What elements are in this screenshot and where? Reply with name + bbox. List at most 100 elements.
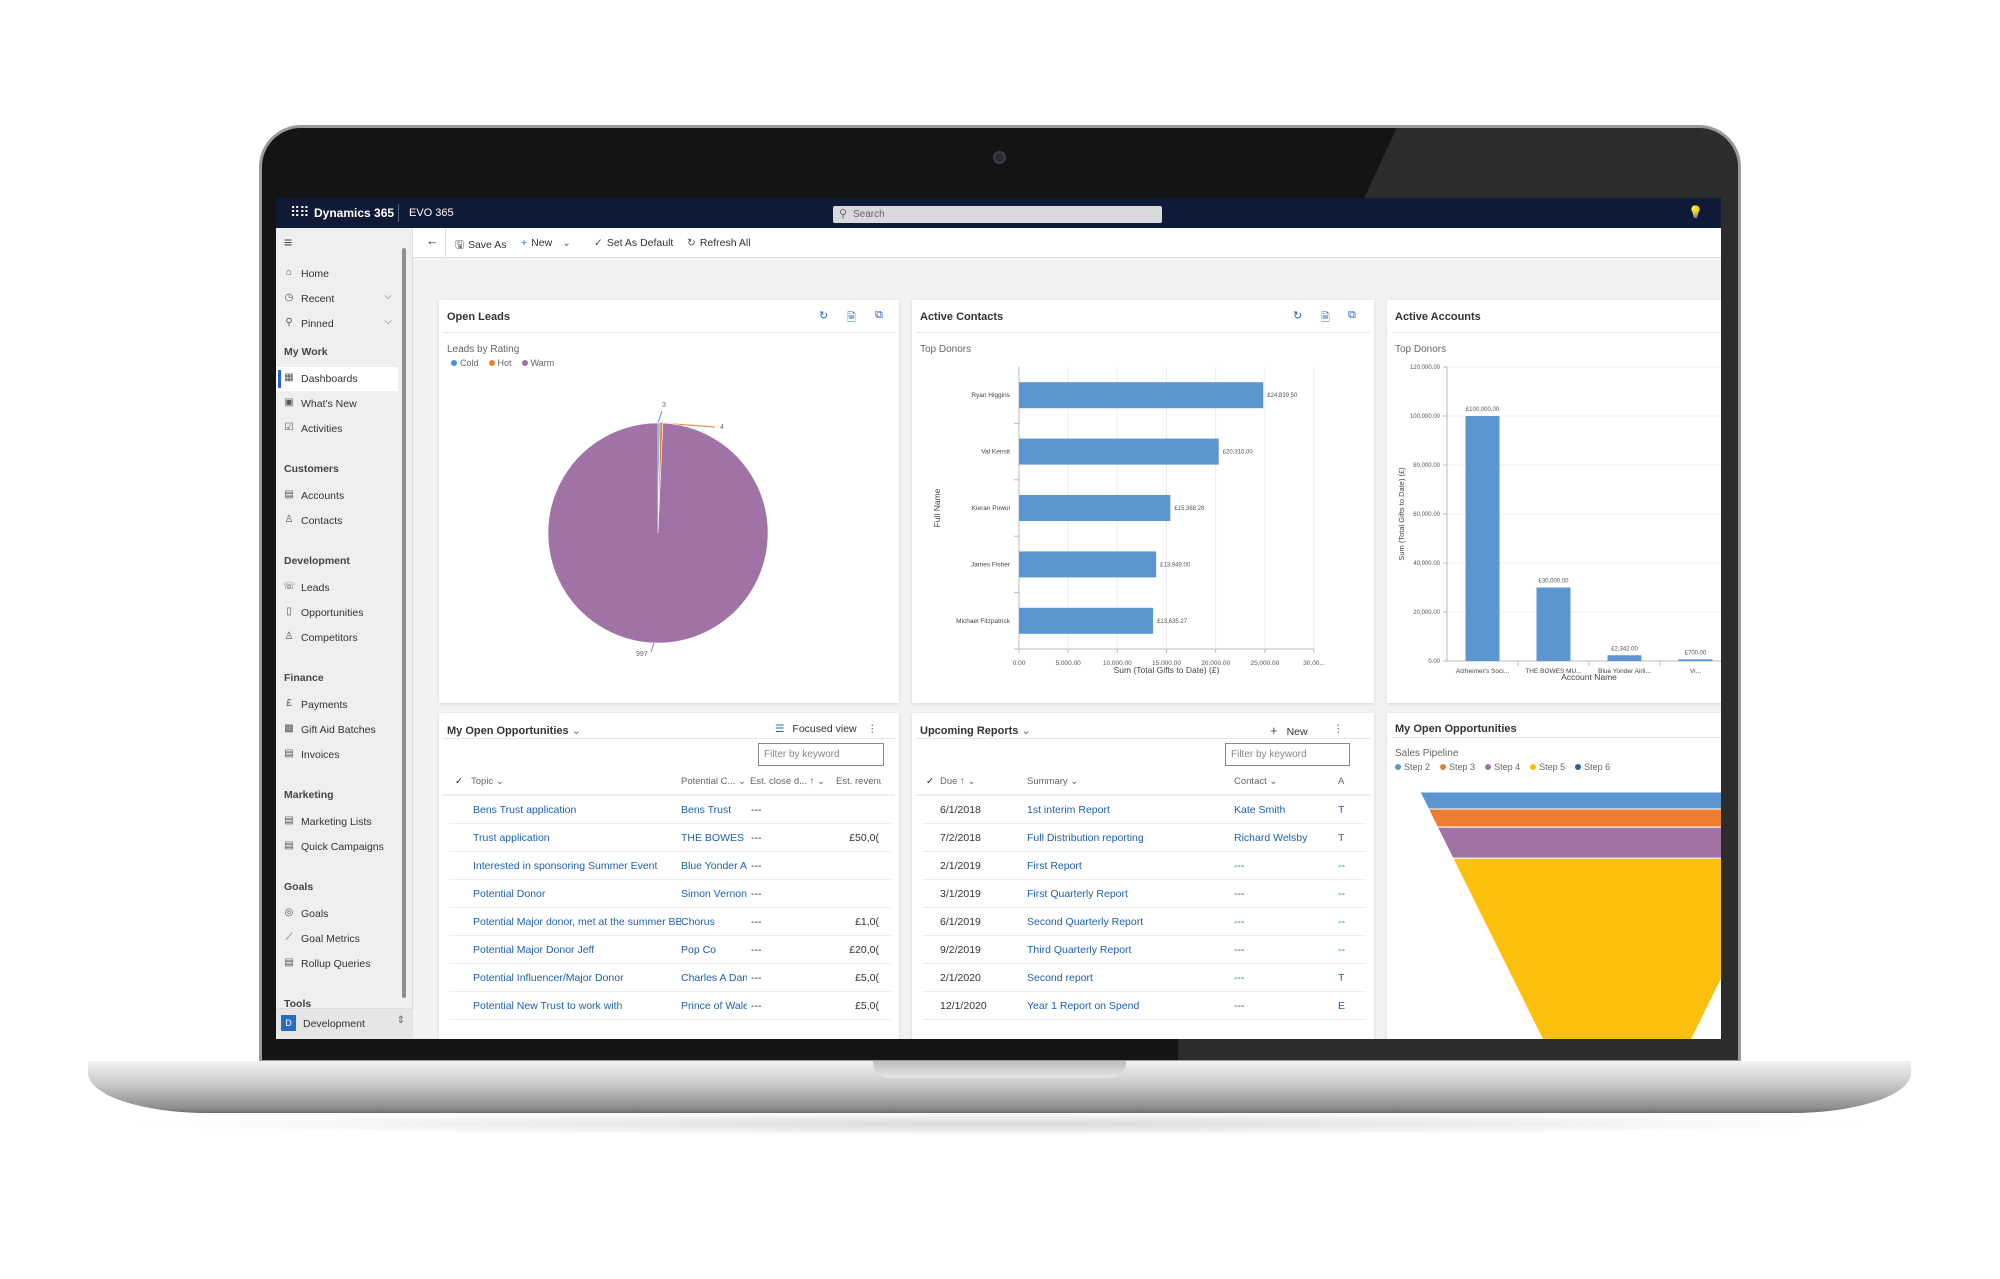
search-input[interactable]: ⚲ Search <box>833 206 1162 223</box>
cell-topic[interactable]: Potential New Trust to work with <box>473 1000 681 1012</box>
cell-potential-c[interactable]: Bens Trust <box>681 804 747 816</box>
select-all-checkbox[interactable]: ✓ <box>455 776 463 787</box>
chevron-down-icon[interactable]: ⌄ <box>562 237 571 249</box>
table-row[interactable]: 2/1/2019 First Report --- -- <box>922 852 1366 880</box>
cell-a[interactable]: -- <box>1338 888 1348 900</box>
cell-topic[interactable]: Potential Major Donor Jeff <box>473 944 681 956</box>
table-row[interactable]: 12/1/2020 Year 1 Report on Spend --- E <box>922 992 1366 1020</box>
cell-a[interactable]: -- <box>1338 860 1348 872</box>
cell-potential-c[interactable]: THE BOWES MI <box>681 832 747 844</box>
cell-contact[interactable]: --- <box>1234 972 1334 984</box>
cell-summary[interactable]: First Quarterly Report <box>1027 888 1227 900</box>
sidebar-scrollbar[interactable] <box>402 248 406 998</box>
column-header-topic[interactable]: Topic ⌄ <box>471 776 631 787</box>
table-row[interactable]: Trust applicationTHE BOWES MI --- £50,0( <box>449 824 891 852</box>
more-options-icon[interactable]: ⋮ <box>1333 723 1344 735</box>
table-row[interactable]: Potential New Trust to work with Prince o… <box>449 992 891 1020</box>
table-row[interactable]: Potential DonorSimon Vernon... --- <box>449 880 891 908</box>
cell-summary[interactable]: Second Quarterly Report <box>1027 916 1227 928</box>
grid-title[interactable]: My Open Opportunities ⌄ <box>447 724 581 737</box>
cell-potential-c[interactable]: Chorus <box>681 916 747 928</box>
sidebar-item-payments[interactable]: £ Payments <box>276 693 398 717</box>
table-row[interactable]: Potential Influencer/Major Donor Charles … <box>449 964 891 992</box>
sidebar-item-accounts[interactable]: ▤ Accounts <box>276 484 398 508</box>
table-row[interactable]: Bens Trust application Bens Trust --- <box>449 796 891 824</box>
table-row[interactable]: 2/1/2020 Second report --- T <box>922 964 1366 992</box>
sidebar-item-goal-metrics[interactable]: ⟋ Goal Metrics <box>276 927 398 951</box>
more-options-icon[interactable]: ⋮ <box>867 723 878 735</box>
table-row[interactable]: 3/1/2019 First Quarterly Report --- -- <box>922 880 1366 908</box>
cell-summary[interactable]: Year 1 Report on Spend <box>1027 1000 1227 1012</box>
cell-summary[interactable]: Third Quarterly Report <box>1027 944 1227 956</box>
cell-topic[interactable]: Bens Trust application <box>473 804 681 816</box>
sidebar-item-leads[interactable]: ☏ Leads <box>276 576 398 600</box>
cell-contact[interactable]: Kate Smith <box>1234 804 1334 816</box>
app-name[interactable]: EVO 365 <box>409 207 454 219</box>
select-all-checkbox[interactable]: ✓ <box>926 776 934 787</box>
cell-topic[interactable]: Potential Major donor, met at the summer… <box>473 916 681 928</box>
sidebar-item-invoices[interactable]: ▤ Invoices <box>276 743 398 767</box>
cell-potential-c[interactable]: Blue Yonder Ai <box>681 860 747 872</box>
cell-a[interactable]: T <box>1338 832 1348 844</box>
table-row[interactable]: 9/2/2019 Third Quarterly Report --- -- <box>922 936 1366 964</box>
area-switcher[interactable]: D Development ⇕ <box>276 1008 413 1039</box>
column-header-est-close-date[interactable]: Est. close d... ↑ ⌄ <box>750 776 834 787</box>
sidebar-item-recent[interactable]: ◷ Recent ⌵ <box>276 287 398 311</box>
lightbulb-icon[interactable]: 💡 <box>1688 205 1703 219</box>
column-header-a[interactable]: A <box>1338 776 1348 787</box>
back-button[interactable]: ← <box>426 233 439 248</box>
refresh-all-button[interactable]: ↻ Refresh All <box>687 237 751 249</box>
sidebar-item-quick-campaigns[interactable]: ▤ Quick Campaigns <box>276 835 398 859</box>
cell-summary[interactable]: 1st interim Report <box>1027 804 1227 816</box>
new-record-button[interactable]: + New <box>1270 723 1308 738</box>
sidebar-item-contacts[interactable]: ♙ Contacts <box>276 509 398 533</box>
cell-topic[interactable]: Interested in sponsoring Summer Event <box>473 860 681 872</box>
column-header-contact[interactable]: Contact ⌄ <box>1234 776 1334 787</box>
sidebar-item-opportunities[interactable]: ▯ Opportunities <box>276 601 398 625</box>
save-as-button[interactable]: 🖫 Save As <box>455 237 506 255</box>
table-row[interactable]: 6/1/2019 Second Quarterly Report --- -- <box>922 908 1366 936</box>
cell-potential-c[interactable]: Pop Co <box>681 944 747 956</box>
new-button[interactable]: + New ⌄ <box>521 237 571 249</box>
filter-input[interactable]: Filter by keyword <box>1225 743 1350 766</box>
column-header-due[interactable]: Due ↑ ⌄ <box>940 776 1020 787</box>
column-header-est-revenue[interactable]: Est. revenue <box>836 776 881 787</box>
cell-a[interactable]: T <box>1338 804 1348 816</box>
column-header-summary[interactable]: Summary ⌄ <box>1027 776 1227 787</box>
column-header-potential-customer[interactable]: Potential C... ⌄ <box>681 776 747 787</box>
cell-a[interactable]: E <box>1338 1000 1348 1012</box>
sidebar-item-marketing-lists[interactable]: ▤ Marketing Lists <box>276 810 398 834</box>
cell-potential-c[interactable]: Prince of Wales <box>681 1000 747 1012</box>
cell-contact[interactable]: --- <box>1234 916 1334 928</box>
sidebar-item-activities[interactable]: ☑ Activities <box>276 417 398 441</box>
cell-a[interactable]: -- <box>1338 916 1348 928</box>
cell-contact[interactable]: --- <box>1234 860 1334 872</box>
sidebar-item-goals[interactable]: ◎ Goals <box>276 902 398 926</box>
filter-input[interactable]: Filter by keyword <box>758 743 884 766</box>
app-launcher-icon[interactable]: ⠿⠿ <box>290 204 309 221</box>
cell-contact[interactable]: Richard Welsby <box>1234 832 1334 844</box>
sidebar-item-competitors[interactable]: ♙ Competitors <box>276 626 398 650</box>
sidebar-item-rollup-queries[interactable]: ▤ Rollup Queries <box>276 952 398 976</box>
sidebar-item-gift-aid-batches[interactable]: ▩ Gift Aid Batches <box>276 718 398 742</box>
sidebar-item-pinned[interactable]: ⚲ Pinned ⌵ <box>276 312 398 336</box>
cell-topic[interactable]: Potential Influencer/Major Donor <box>473 972 681 984</box>
table-row[interactable]: 6/1/2018 1st interim Report Kate Smith T <box>922 796 1366 824</box>
cell-potential-c[interactable]: Charles A Danc <box>681 972 747 984</box>
focused-view-button[interactable]: ☰ Focused view <box>775 723 857 735</box>
cell-topic[interactable]: Trust application <box>473 832 681 844</box>
cell-a[interactable]: -- <box>1338 944 1348 956</box>
cell-summary[interactable]: Full Distribution reporting <box>1027 832 1227 844</box>
cell-contact[interactable]: --- <box>1234 944 1334 956</box>
table-row[interactable]: 7/2/2018 Full Distribution reporting Richa… <box>922 824 1366 852</box>
sidebar-item-dashboards[interactable]: ▦ Dashboards <box>276 367 398 391</box>
table-row[interactable]: Potential Major Donor Jeff Pop Co --- £20,0… <box>449 936 891 964</box>
cell-potential-c[interactable]: Simon Vernon... <box>681 888 747 900</box>
sidebar-item-what-s-new[interactable]: ▣ What's New <box>276 392 398 416</box>
set-as-default-button[interactable]: ✓ Set As Default <box>594 237 673 249</box>
cell-topic[interactable]: Potential Donor <box>473 888 681 900</box>
table-row[interactable]: Potential Major donor, met at the summer… <box>449 908 891 936</box>
cell-a[interactable]: T <box>1338 972 1348 984</box>
hamburger-menu-icon[interactable]: ≡ <box>284 234 292 250</box>
cell-summary[interactable]: First Report <box>1027 860 1227 872</box>
